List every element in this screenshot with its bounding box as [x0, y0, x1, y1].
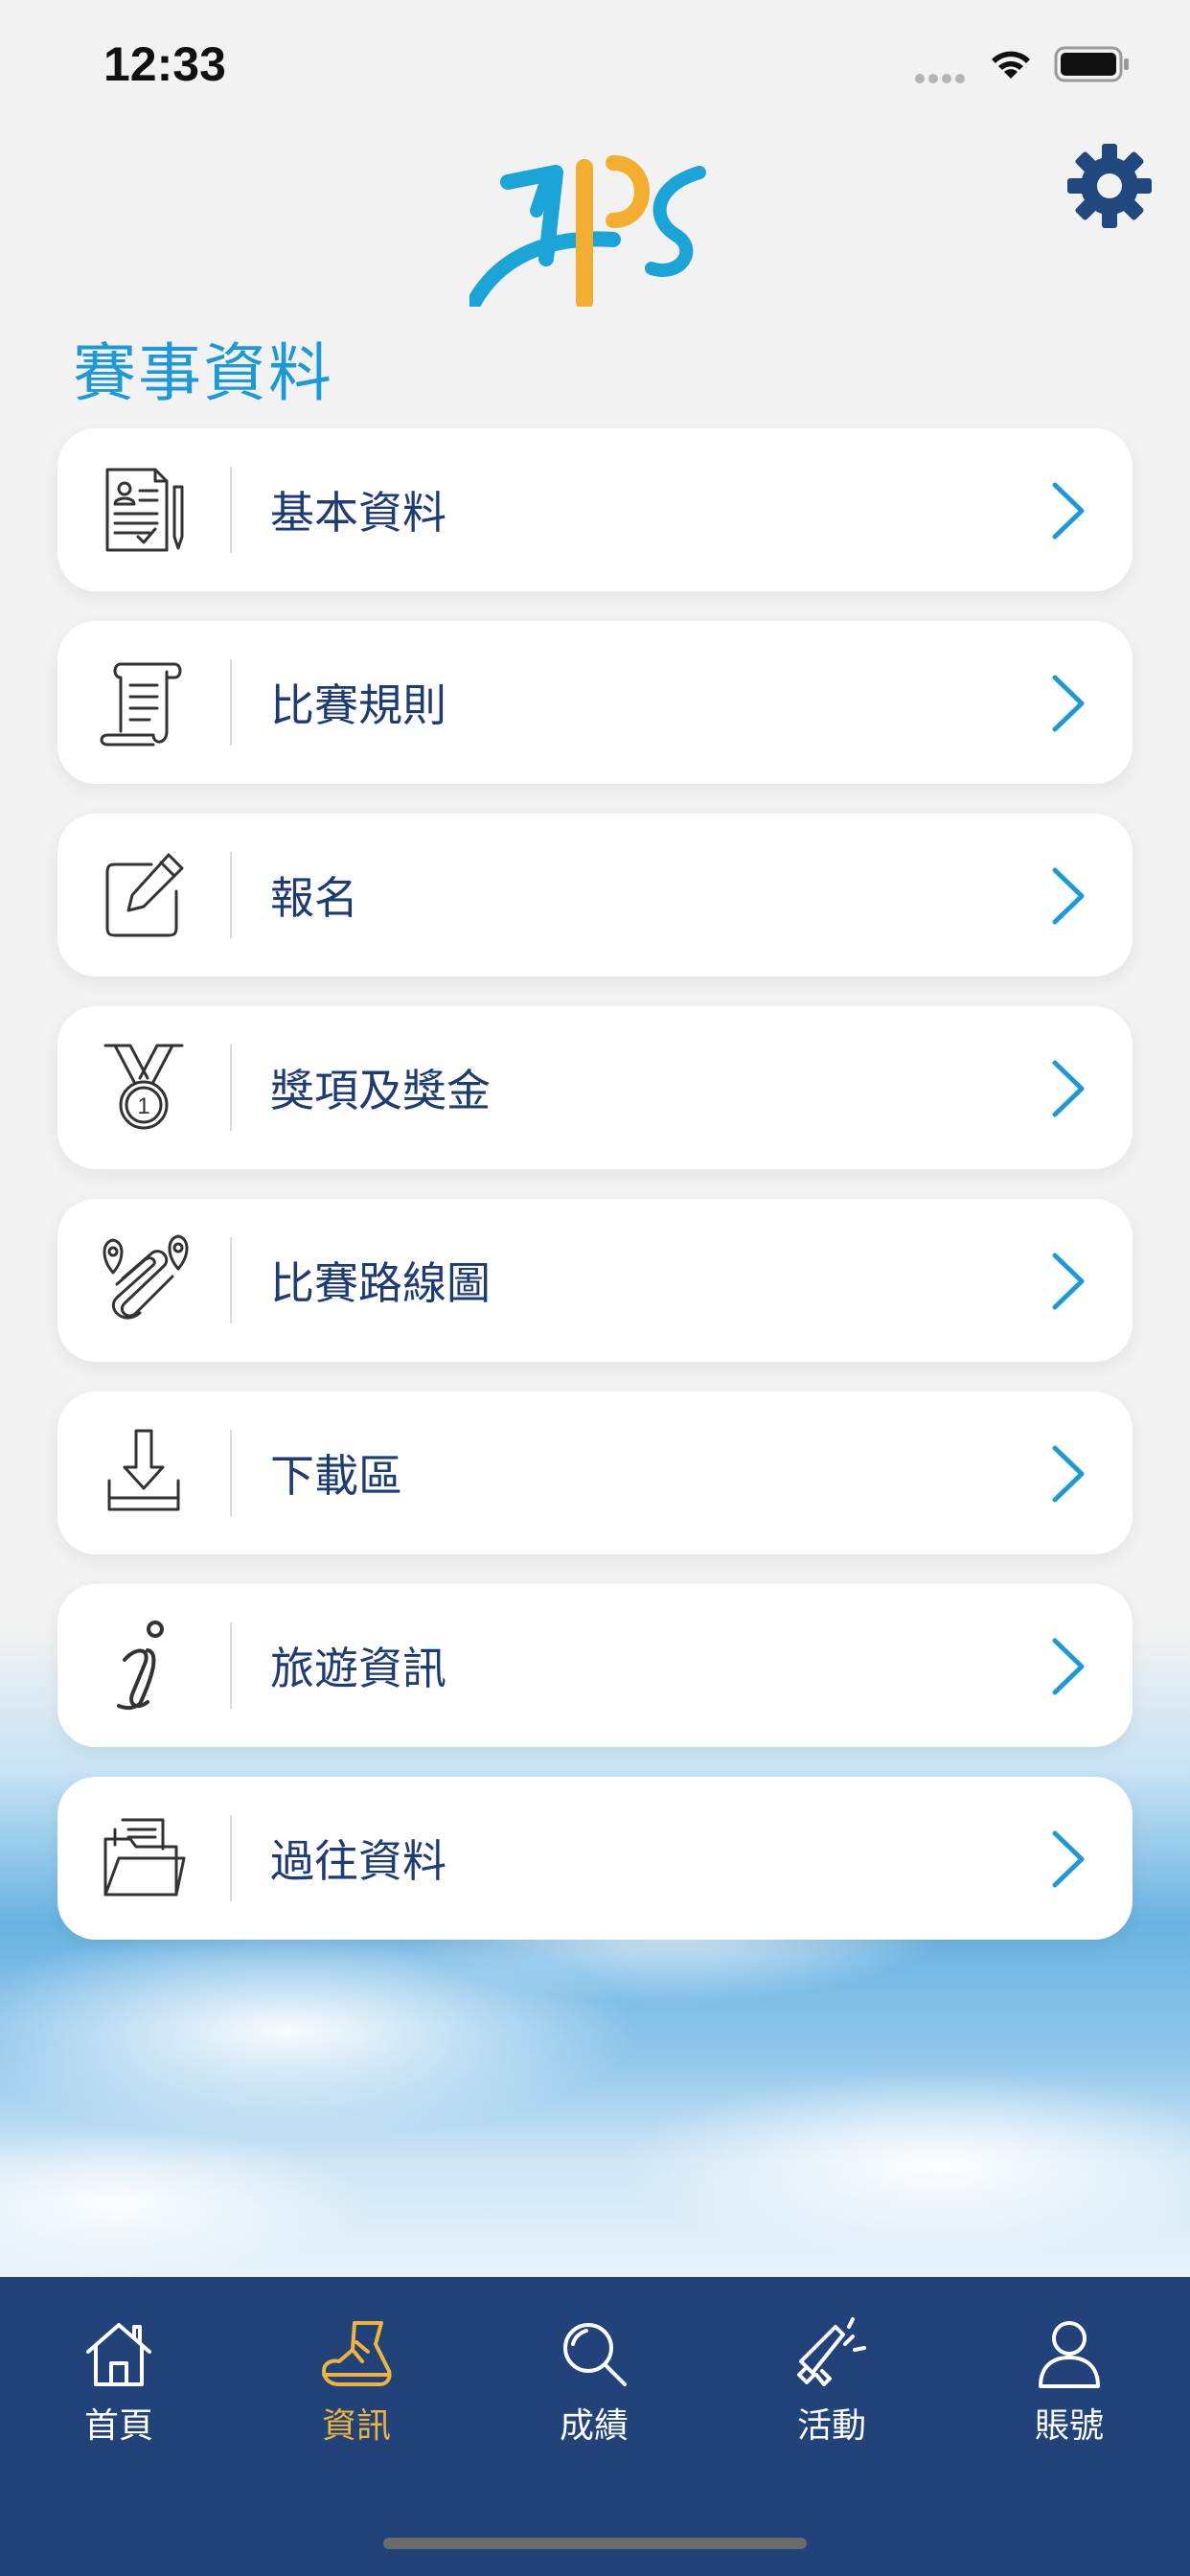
tab-label: 資訊: [321, 2406, 391, 2446]
menu-item-race-rules[interactable]: 比賽規則: [57, 621, 1133, 784]
menu-item-label: 比賽規則: [270, 679, 446, 731]
menu-item-label: 比賽路線圖: [270, 1257, 491, 1309]
menu-item-travel-info[interactable]: 旅遊資訊: [57, 1584, 1133, 1747]
status-time: 12:33: [103, 37, 226, 91]
settings-gear-icon[interactable]: [1065, 142, 1154, 230]
divider: [230, 1045, 232, 1131]
chevron-right-icon: [1052, 1830, 1085, 1888]
section-title: 賽事資料: [73, 336, 333, 410]
menu-item-label: 下載區: [270, 1450, 402, 1502]
chevron-right-icon: [1052, 1638, 1085, 1695]
event-info-menu: 基本資料 比賽規則 報名 1 獎項及獎金 比賽路線圖 下載區 旅遊資訊 過往資料: [57, 428, 1133, 1969]
menu-item-race-route-map[interactable]: 比賽路線圖: [57, 1199, 1133, 1362]
folder-icon: [103, 1818, 186, 1897]
document-form-icon: [105, 468, 184, 552]
user-icon: [1039, 2321, 1100, 2388]
home-icon: [86, 2323, 151, 2386]
chevron-right-icon: [1052, 1060, 1085, 1117]
route-map-icon: [103, 1234, 189, 1320]
event-logo: [469, 155, 706, 307]
divider: [230, 467, 232, 553]
tab-account[interactable]: 賬號: [950, 2315, 1188, 2448]
menu-item-label: 報名: [270, 872, 358, 924]
menu-item-label: 旅遊資訊: [270, 1643, 446, 1694]
battery-icon: [1054, 46, 1129, 82]
bottom-tab-bar: 首頁 資訊 成績 活動 賬號: [0, 2277, 1190, 2576]
chevron-right-icon: [1052, 675, 1085, 732]
tab-home[interactable]: 首頁: [0, 2315, 238, 2448]
chevron-right-icon: [1052, 867, 1085, 925]
menu-item-label: 過往資料: [270, 1835, 446, 1887]
wifi-icon: [992, 51, 1030, 79]
svg-text:1: 1: [137, 1093, 149, 1119]
divider: [230, 1430, 232, 1516]
menu-item-awards-prize-money[interactable]: 1 獎項及獎金: [57, 1006, 1133, 1169]
tab-label: 成績: [559, 2406, 629, 2446]
tab-events[interactable]: 活動: [713, 2315, 950, 2448]
running-shoe-icon: [322, 2321, 392, 2386]
tab-label: 活動: [796, 2406, 866, 2446]
chevron-right-icon: [1052, 482, 1085, 540]
menu-item-label: 獎項及獎金: [270, 1065, 491, 1116]
menu-item-label: 基本資料: [270, 487, 446, 539]
medal-icon: 1: [103, 1044, 184, 1130]
chevron-right-icon: [1052, 1445, 1085, 1503]
tab-label: 首頁: [83, 2406, 153, 2446]
menu-item-download-area[interactable]: 下載區: [57, 1392, 1133, 1554]
divider: [230, 659, 232, 746]
chevron-right-icon: [1052, 1253, 1085, 1310]
menu-item-registration[interactable]: 報名: [57, 814, 1133, 977]
search-icon: [563, 2323, 627, 2386]
menu-item-past-records[interactable]: 過往資料: [57, 1777, 1133, 1940]
megaphone-icon: [797, 2317, 866, 2386]
divider: [230, 852, 232, 938]
tab-results[interactable]: 成績: [475, 2315, 713, 2448]
info-icon: [117, 1621, 164, 1711]
home-indicator: [383, 2538, 807, 2549]
divider: [230, 1237, 232, 1323]
divider: [230, 1815, 232, 1901]
edit-icon: [105, 853, 184, 937]
scroll-icon: [100, 662, 182, 747]
tab-label: 賬號: [1034, 2406, 1104, 2446]
cellular-signal-icon: [915, 69, 969, 87]
tab-info[interactable]: 資訊: [238, 2315, 475, 2448]
menu-item-basic-info[interactable]: 基本資料: [57, 428, 1133, 591]
divider: [230, 1622, 232, 1709]
download-icon: [107, 1429, 180, 1511]
